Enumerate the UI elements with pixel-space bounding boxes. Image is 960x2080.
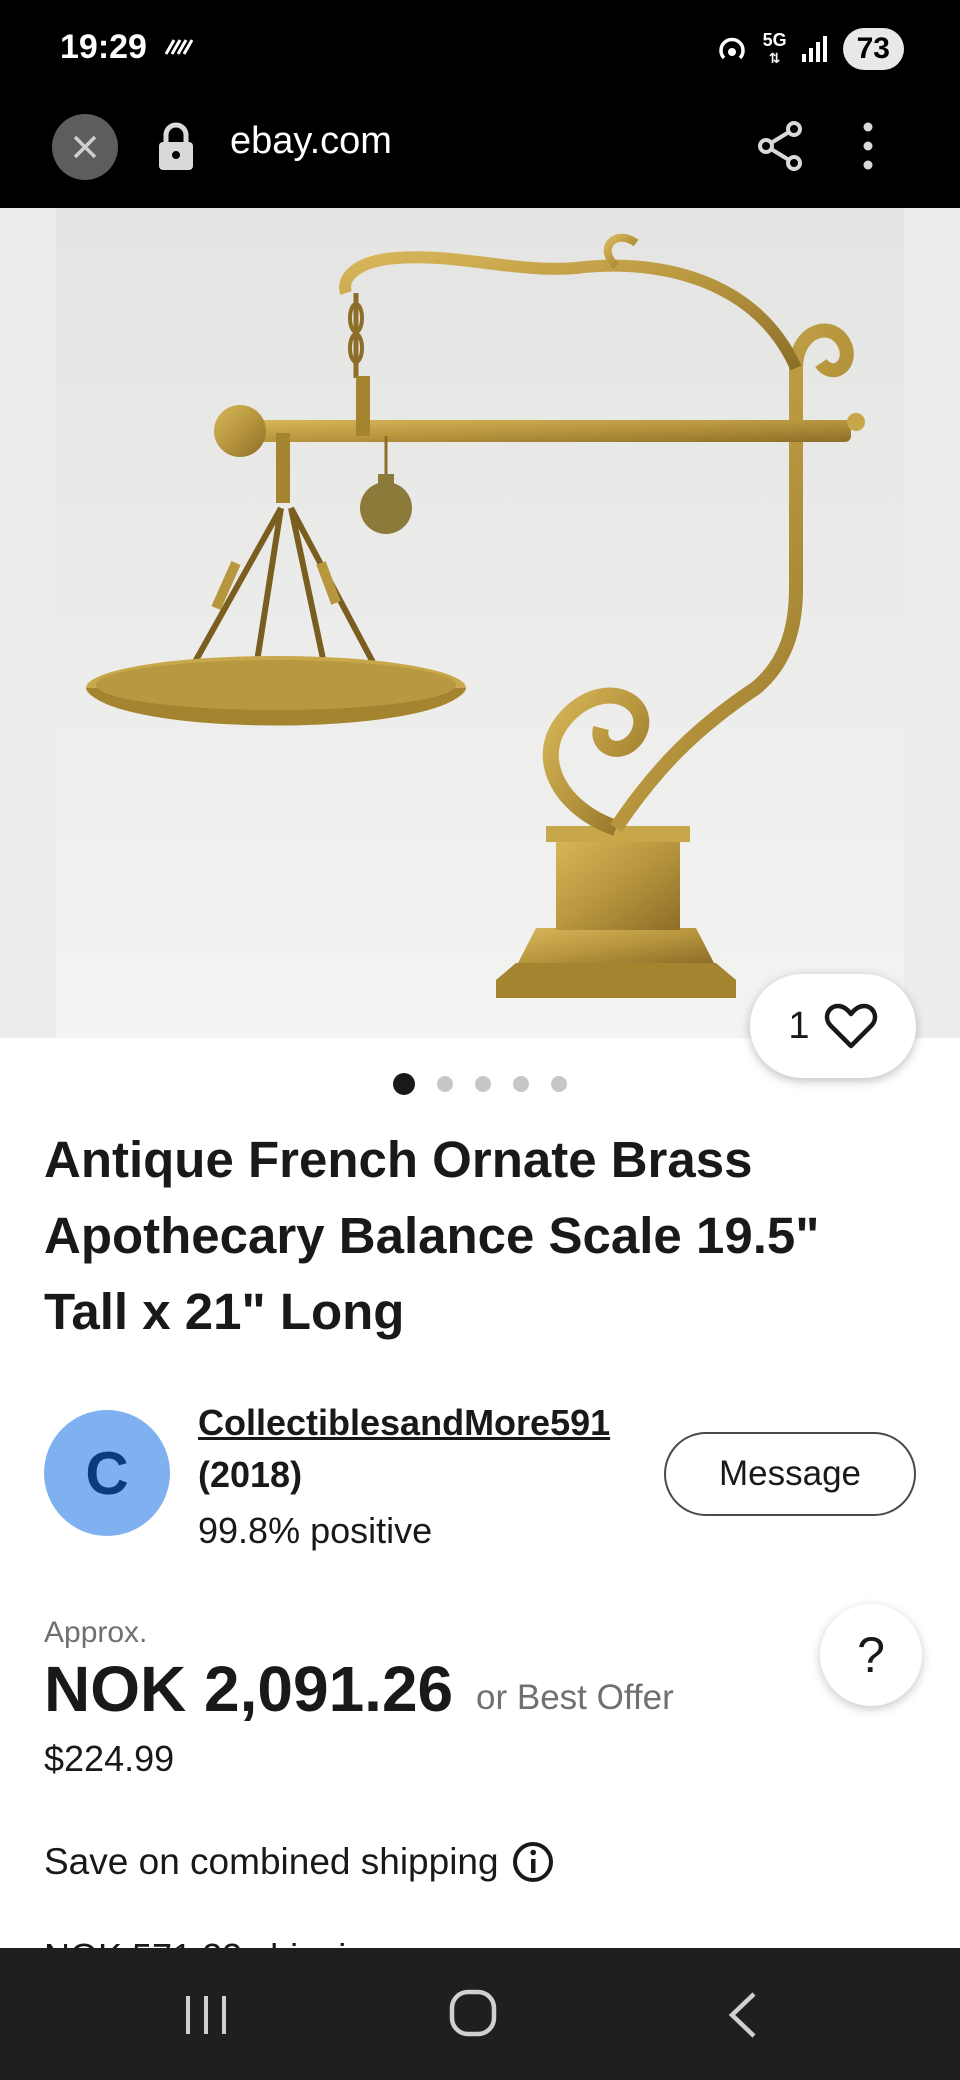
carousel-dot[interactable] [437, 1076, 453, 1092]
message-seller-button[interactable]: Message [664, 1432, 916, 1516]
best-offer-label: or Best Offer [476, 1678, 674, 1717]
share-icon[interactable] [756, 120, 804, 172]
approx-label: Approx. [44, 1616, 148, 1649]
status-icons: 5G ⇅ 73 [715, 24, 904, 74]
watch-count: 1 [788, 1004, 810, 1047]
browser-bar: ebay.com [0, 100, 960, 208]
data-saver-icon [164, 39, 194, 55]
system-nav-bar [0, 1948, 960, 2080]
price-usd: $224.99 [44, 1738, 175, 1779]
back-icon[interactable] [726, 1990, 760, 2040]
image-gallery[interactable] [0, 208, 960, 1038]
carousel-dot[interactable] [475, 1076, 491, 1092]
close-icon [73, 135, 97, 159]
seller-feedback: 99.8% positive [198, 1510, 433, 1551]
more-options-icon[interactable] [860, 120, 876, 172]
network-label: 5G [762, 30, 787, 50]
shipping-cost-partial: NOK 571.23 shipping [44, 1922, 386, 1948]
heart-icon [824, 1003, 877, 1049]
seller-avatar[interactable]: C [44, 1410, 170, 1536]
url-text[interactable]: ebay.com [230, 120, 392, 163]
close-tab-button[interactable] [52, 114, 118, 180]
signal-icon [801, 36, 827, 62]
status-time: 19:29 [60, 28, 147, 66]
seller-member-since: (2018) [198, 1454, 303, 1495]
carousel-dot[interactable] [513, 1076, 529, 1092]
home-icon[interactable] [448, 1988, 498, 2038]
lock-icon[interactable] [156, 122, 196, 172]
status-bar: 19:29 5G ⇅ 73 [0, 0, 960, 100]
network-5g-icon: 5G ⇅ [762, 30, 787, 66]
watch-button[interactable]: 1 [750, 974, 916, 1078]
battery-indicator: 73 [842, 28, 904, 70]
info-icon[interactable] [511, 1840, 555, 1884]
product-photo[interactable] [56, 208, 904, 1038]
listing-title: Antique French Ornate Brass Apothecary B… [44, 1131, 820, 1340]
recent-apps-icon[interactable] [182, 1992, 230, 2038]
combined-shipping-label: Save on combined shipping [44, 1841, 499, 1882]
price-amount: NOK 2,091.26 [44, 1653, 454, 1725]
seller-name-link[interactable]: CollectiblesandMore591 [198, 1402, 610, 1444]
combined-shipping[interactable]: Save on combined shipping [44, 1840, 555, 1884]
hotspot-icon [718, 37, 745, 60]
carousel-dot[interactable] [551, 1076, 567, 1092]
help-button[interactable]: ? [820, 1604, 922, 1706]
carousel-indicator [0, 1073, 960, 1095]
carousel-dot[interactable] [393, 1073, 415, 1095]
